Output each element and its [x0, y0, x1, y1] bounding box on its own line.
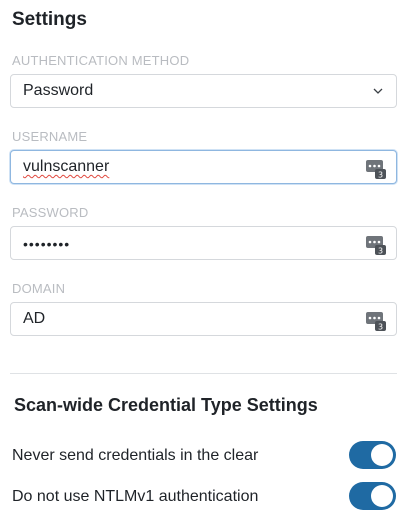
username-label: USERNAME — [12, 129, 88, 144]
toggle-knob — [371, 485, 393, 507]
auth-method-select[interactable]: Password — [10, 74, 397, 108]
svg-text:3: 3 — [378, 247, 383, 256]
toggle-never-send-clear[interactable] — [349, 441, 396, 469]
username-value: vulnscanner — [23, 158, 110, 175]
password-field[interactable]: •••••••• 3 — [10, 226, 397, 260]
page-title: Settings — [12, 9, 87, 30]
password-manager-key-icon[interactable]: 3 — [366, 233, 386, 255]
password-value: •••••••• — [23, 236, 71, 252]
password-manager-key-icon[interactable]: 3 — [366, 157, 386, 179]
section-divider — [10, 373, 397, 374]
toggle-label-never-send-clear: Never send credentials in the clear — [12, 447, 259, 464]
toggle-knob — [371, 444, 393, 466]
auth-method-label: AUTHENTICATION METHOD — [12, 53, 190, 68]
svg-text:3: 3 — [378, 171, 383, 180]
username-field[interactable]: vulnscanner 3 — [10, 150, 397, 184]
domain-field[interactable]: AD 3 — [10, 302, 397, 336]
password-label: PASSWORD — [12, 205, 89, 220]
toggle-label-no-ntlmv1: Do not use NTLMv1 authentication — [12, 488, 259, 505]
toggle-no-ntlmv1[interactable] — [349, 482, 396, 510]
svg-text:3: 3 — [378, 323, 383, 332]
auth-method-value: Password — [23, 82, 94, 99]
chevron-down-icon — [373, 88, 383, 94]
section-title: Scan-wide Credential Type Settings — [14, 395, 318, 415]
domain-label: DOMAIN — [12, 281, 66, 296]
password-manager-key-icon[interactable]: 3 — [366, 309, 386, 331]
domain-value: AD — [23, 310, 46, 327]
